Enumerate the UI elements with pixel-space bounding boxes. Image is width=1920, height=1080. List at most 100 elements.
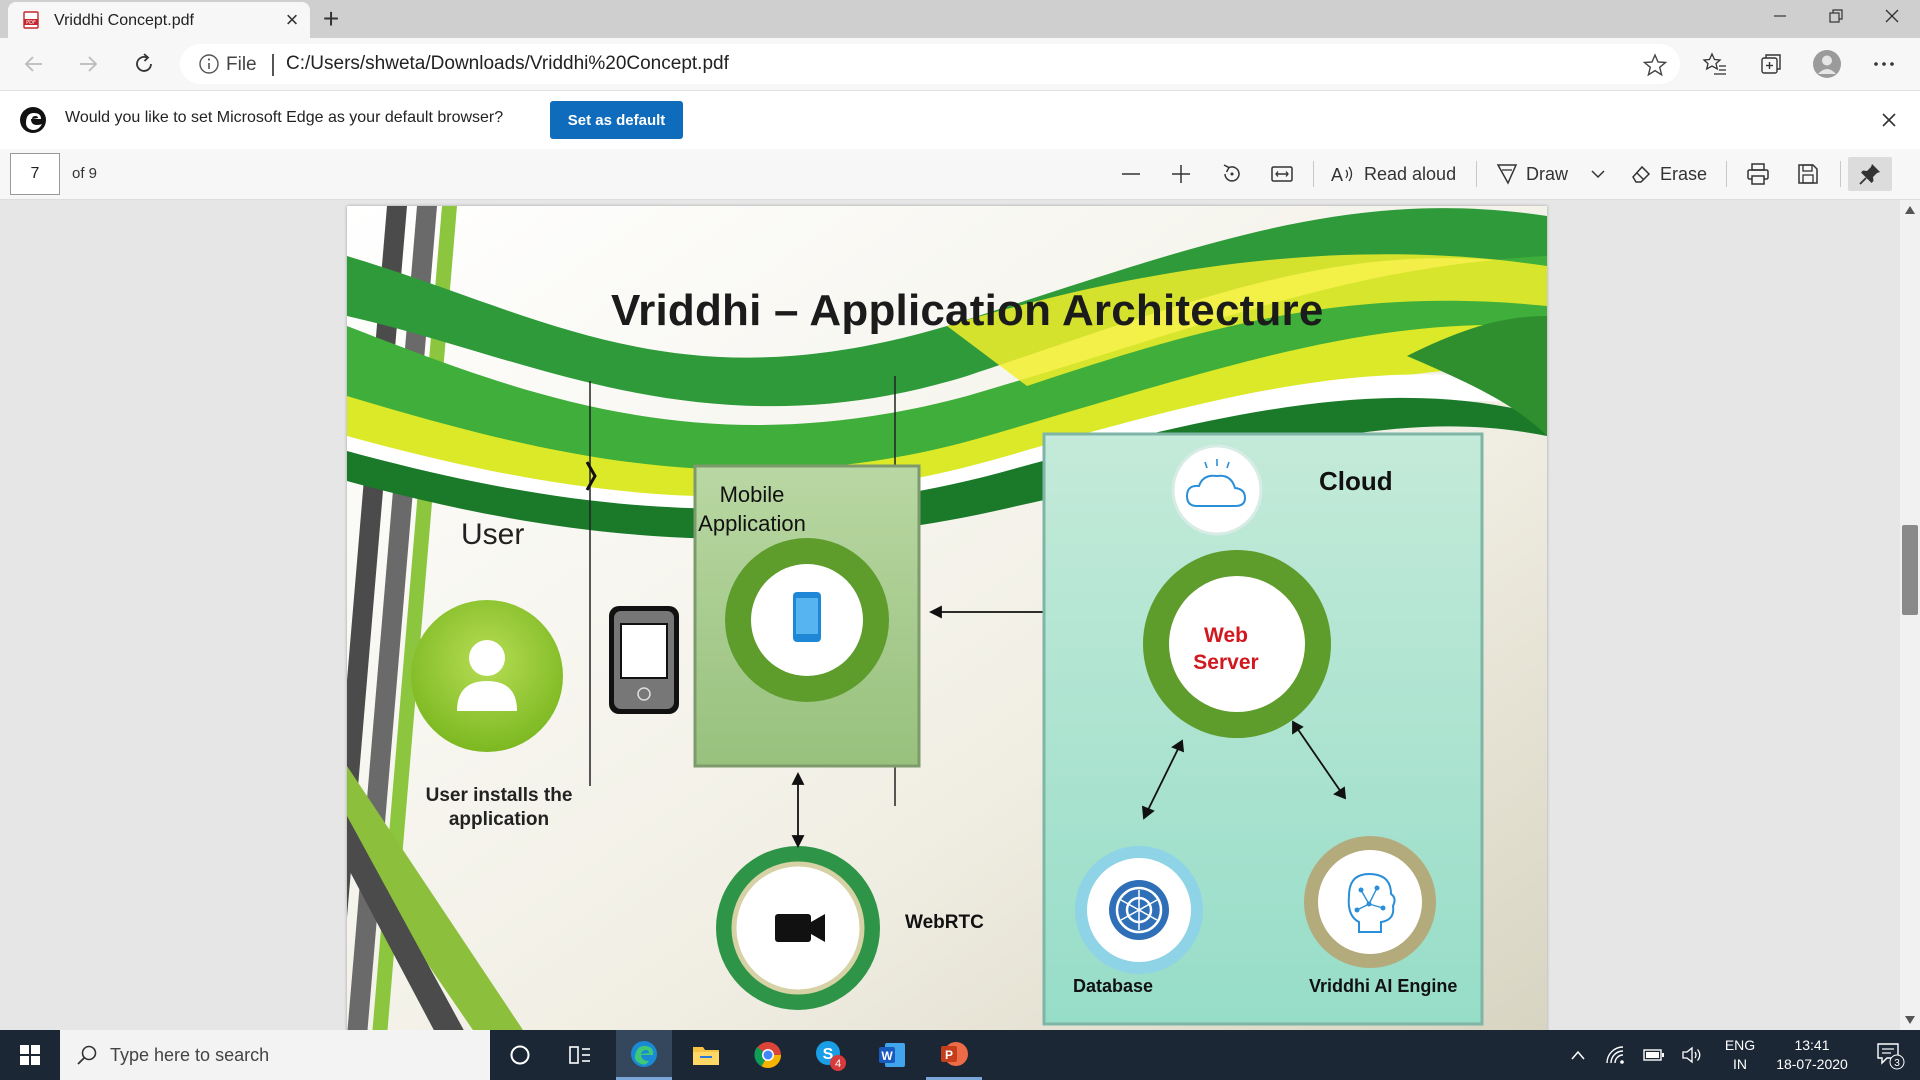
- restore-button[interactable]: [1808, 0, 1864, 32]
- taskbar-clock[interactable]: 13:41 18-07-2020: [1762, 1036, 1862, 1074]
- pin-toolbar-button[interactable]: [1848, 157, 1892, 191]
- network-button[interactable]: [1600, 1030, 1632, 1080]
- erase-label: Erase: [1660, 163, 1708, 184]
- close-icon: [1885, 9, 1899, 23]
- read-aloud-button[interactable]: A Read aloud: [1330, 157, 1484, 191]
- cortana-button[interactable]: [492, 1030, 548, 1080]
- draw-label: Draw: [1526, 163, 1569, 184]
- webrtc-label: WebRTC: [905, 912, 984, 933]
- taskbar-app-word[interactable]: W: [864, 1030, 920, 1080]
- settings-menu-button[interactable]: [1866, 46, 1902, 82]
- default-browser-infobar: Would you like to set Microsoft Edge as …: [0, 90, 1920, 150]
- zoom-out-button[interactable]: [1113, 157, 1149, 191]
- toolbar-divider: [1840, 161, 1841, 187]
- info-icon[interactable]: [198, 53, 220, 75]
- save-icon: [1798, 164, 1818, 184]
- pin-icon: [1859, 164, 1880, 185]
- rotate-button[interactable]: [1214, 157, 1250, 191]
- fit-to-page-button[interactable]: [1264, 157, 1300, 191]
- new-tab-button[interactable]: +: [316, 4, 346, 34]
- star-icon[interactable]: [1642, 52, 1668, 78]
- notification-icon: 3: [1877, 1043, 1905, 1070]
- toolbar-divider: [1476, 161, 1477, 187]
- read-aloud-label: Read aloud: [1364, 163, 1457, 184]
- volume-button[interactable]: [1676, 1030, 1708, 1080]
- pdf-page: Vriddhi – Application Architecture User …: [347, 206, 1547, 1030]
- url-text[interactable]: C:/Users/shweta/Downloads/Vriddhi%20Conc…: [286, 53, 729, 75]
- restore-icon: [1829, 9, 1843, 23]
- address-bar[interactable]: File C:/Users/shweta/Downloads/Vriddhi%2…: [180, 44, 1680, 84]
- collections-button[interactable]: [1753, 46, 1789, 82]
- input-language-indicator[interactable]: ENG IN: [1718, 1036, 1762, 1074]
- chevron-up-icon: [1571, 1050, 1585, 1060]
- infobar-message: Would you like to set Microsoft Edge as …: [65, 109, 504, 126]
- profile-button[interactable]: [1809, 46, 1845, 82]
- collections-icon: [1761, 54, 1781, 74]
- skype-icon: S 4: [816, 1041, 846, 1071]
- close-tab-icon[interactable]: ×: [280, 8, 304, 32]
- battery-icon: [1643, 1049, 1664, 1061]
- taskbar-app-powerpoint[interactable]: P: [926, 1030, 982, 1080]
- chevron-down-icon: [1591, 170, 1605, 179]
- erase-button[interactable]: Erase: [1630, 157, 1708, 191]
- taskbar-search-box[interactable]: Type here to search: [60, 1030, 490, 1080]
- powerpoint-icon: P: [941, 1041, 968, 1066]
- pdf-toolbar: 7 of 9 A Read aloud Draw Erase: [0, 149, 1920, 200]
- draw-button[interactable]: Draw: [1496, 157, 1572, 191]
- draw-options-button[interactable]: [1584, 157, 1612, 191]
- database-label: Database: [1073, 976, 1154, 996]
- minimize-button[interactable]: [1752, 0, 1808, 32]
- search-icon: [77, 1045, 97, 1065]
- svg-text:W: W: [881, 1049, 893, 1063]
- taskbar-app-file-explorer[interactable]: [678, 1030, 734, 1080]
- arrow-left-icon: [24, 56, 42, 72]
- set-as-default-button[interactable]: Set as default: [550, 101, 683, 139]
- page-number-input[interactable]: 7: [10, 153, 60, 195]
- close-icon[interactable]: [1876, 107, 1902, 133]
- vertical-scrollbar[interactable]: [1900, 200, 1920, 1030]
- taskbar-app-chrome[interactable]: [740, 1030, 796, 1080]
- save-button[interactable]: [1790, 157, 1826, 191]
- pen-icon: [1496, 164, 1518, 185]
- browser-tab[interactable]: PDF Vriddhi Concept.pdf ×: [8, 2, 310, 38]
- svg-text:PDF: PDF: [26, 20, 36, 26]
- slide-title: Vriddhi – Application Architecture: [611, 286, 1324, 335]
- battery-button[interactable]: [1638, 1030, 1670, 1080]
- toolbar-divider: [1313, 161, 1314, 187]
- printer-icon: [1747, 163, 1769, 185]
- favorites-button[interactable]: [1697, 46, 1733, 82]
- minimize-icon: [1774, 15, 1786, 17]
- start-button[interactable]: [0, 1030, 60, 1080]
- scroll-up-icon[interactable]: [1905, 206, 1915, 214]
- ai-engine-label: Vriddhi AI Engine: [1309, 976, 1458, 996]
- forward-button[interactable]: [70, 46, 106, 82]
- svg-text:P: P: [945, 1048, 953, 1062]
- wifi-icon: [1606, 1046, 1624, 1064]
- windows-taskbar: Type here to search S 4 W P ENG IN 13:41…: [0, 1030, 1920, 1080]
- pdf-file-icon: PDF: [23, 11, 39, 29]
- show-hidden-icons-button[interactable]: [1562, 1030, 1594, 1080]
- clock-time: 13:41: [1794, 1037, 1830, 1053]
- scroll-down-icon[interactable]: [1905, 1016, 1915, 1024]
- refresh-icon: [136, 53, 152, 72]
- fit-width-icon: [1271, 166, 1293, 182]
- print-button[interactable]: [1740, 157, 1776, 191]
- notification-count: 3: [1894, 1058, 1900, 1069]
- taskbar-app-edge[interactable]: [616, 1030, 672, 1080]
- toolbar-divider: [1726, 161, 1727, 187]
- task-view-button[interactable]: [552, 1030, 608, 1080]
- back-button[interactable]: [16, 46, 52, 82]
- cortana-icon: [510, 1045, 530, 1065]
- rotate-icon: [1223, 164, 1240, 182]
- action-center-button[interactable]: 3: [1866, 1030, 1914, 1080]
- refresh-button[interactable]: [126, 46, 162, 82]
- navigation-bar: File C:/Users/shweta/Downloads/Vriddhi%2…: [0, 38, 1920, 90]
- arrow-right-icon: [80, 56, 98, 72]
- scrollbar-thumb[interactable]: [1902, 525, 1918, 615]
- taskbar-app-skype[interactable]: S 4: [802, 1030, 858, 1080]
- search-placeholder: Type here to search: [110, 1045, 270, 1065]
- minus-icon: [1122, 173, 1140, 175]
- speaker-icon: [1682, 1046, 1701, 1064]
- close-window-button[interactable]: [1864, 0, 1920, 32]
- zoom-in-button[interactable]: [1163, 157, 1199, 191]
